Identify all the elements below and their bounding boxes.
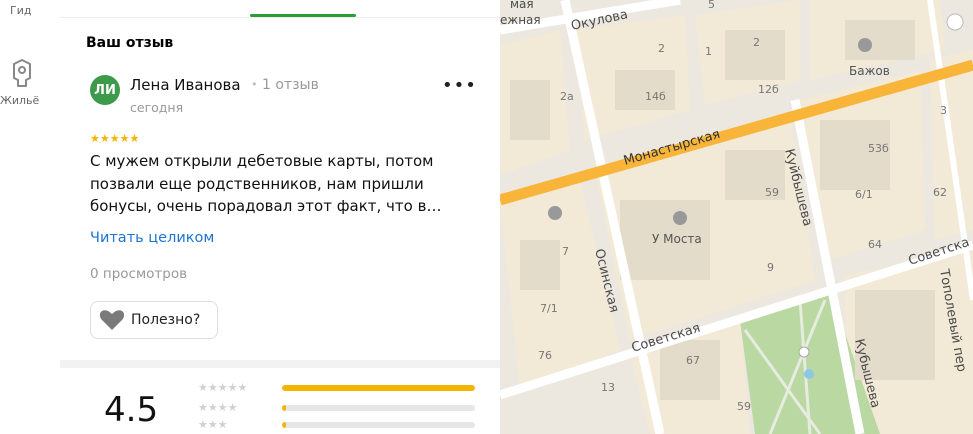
house-number: 1 (705, 45, 712, 58)
more-options-icon[interactable]: ••• (442, 77, 477, 95)
useful-label: Полезно? (131, 312, 201, 328)
place-label: У Моста (652, 232, 702, 246)
review-panel: Ваш отзыв ЛИ Лена Иванова • 1 отзыв сего… (60, 0, 500, 434)
house-number: 6/1 (855, 188, 873, 201)
rating-row-5: ★★★★★ (198, 381, 498, 397)
fountain-icon (804, 369, 814, 379)
separator-dot: • (251, 78, 258, 91)
house-number: 59 (765, 186, 779, 199)
rating-bar (282, 385, 475, 391)
avatar[interactable]: ЛИ (90, 75, 120, 105)
house-number: 62 (933, 186, 947, 199)
rating-row-stars: ★★★ (198, 418, 228, 431)
house-number: 64 (868, 238, 882, 251)
user-review-count: 1 отзыв (262, 77, 319, 93)
rating-row-stars: ★★★★ (198, 401, 238, 414)
house-number: 3 (940, 104, 947, 117)
housing-icon[interactable] (6, 58, 36, 88)
section-title: Ваш отзыв (86, 35, 174, 51)
house-number: 5 (708, 0, 715, 11)
museum-icon (858, 38, 872, 52)
house-number: 12б (758, 83, 779, 96)
map[interactable]: мая ежная Окулова Монастырская Куйбышева… (500, 0, 973, 434)
review-date: сегодня (130, 100, 184, 115)
rating-bar (282, 405, 475, 411)
building (660, 340, 720, 400)
house-number: 2 (658, 42, 665, 55)
rating-row-3: ★★★ (198, 418, 498, 434)
rating-bar (282, 422, 475, 428)
library-icon (673, 211, 687, 225)
street-label: мая (510, 0, 534, 11)
house-number: 13 (601, 381, 615, 394)
mosque-icon (548, 206, 562, 220)
user-name[interactable]: Лена Иванова (130, 76, 241, 94)
street-label: ежная (500, 13, 541, 27)
review-text: С мужем открыли дебетовые карты, потом п… (90, 152, 442, 215)
house-number: 67 (686, 354, 700, 367)
left-rail: Гид Жильё (0, 0, 61, 434)
monument-icon (798, 346, 810, 358)
guide-nav-item[interactable]: Гид (10, 4, 31, 17)
place-label: Бажов (849, 64, 890, 78)
housing-nav-item[interactable]: Жильё (0, 94, 39, 107)
review-stars: ★★★★★ (90, 132, 140, 145)
building (510, 80, 550, 140)
house-number: 53б (868, 142, 889, 155)
house-number: 7/1 (540, 302, 558, 315)
building (845, 20, 915, 60)
compass-icon[interactable] (946, 13, 964, 31)
house-number: 14б (645, 90, 666, 103)
rating-row-stars: ★★★★★ (198, 381, 248, 394)
useful-button[interactable]: Полезно? (90, 301, 218, 339)
building (520, 240, 560, 290)
views-count: 0 просмотров (90, 266, 188, 282)
house-number: 2а (560, 90, 574, 103)
read-more-link[interactable]: Читать целиком (90, 230, 214, 246)
building (820, 120, 890, 190)
house-number: 7 (562, 245, 569, 258)
house-number: 2 (753, 36, 760, 49)
tab-divider (60, 17, 500, 18)
house-number: 76 (538, 349, 552, 362)
house-number: 9 (767, 261, 774, 274)
section-separator (60, 360, 500, 368)
overall-rating: 4.5 (104, 390, 159, 430)
heart-icon (99, 310, 125, 330)
rating-row-4: ★★★★ (198, 401, 498, 417)
house-number: 59 (737, 400, 751, 413)
